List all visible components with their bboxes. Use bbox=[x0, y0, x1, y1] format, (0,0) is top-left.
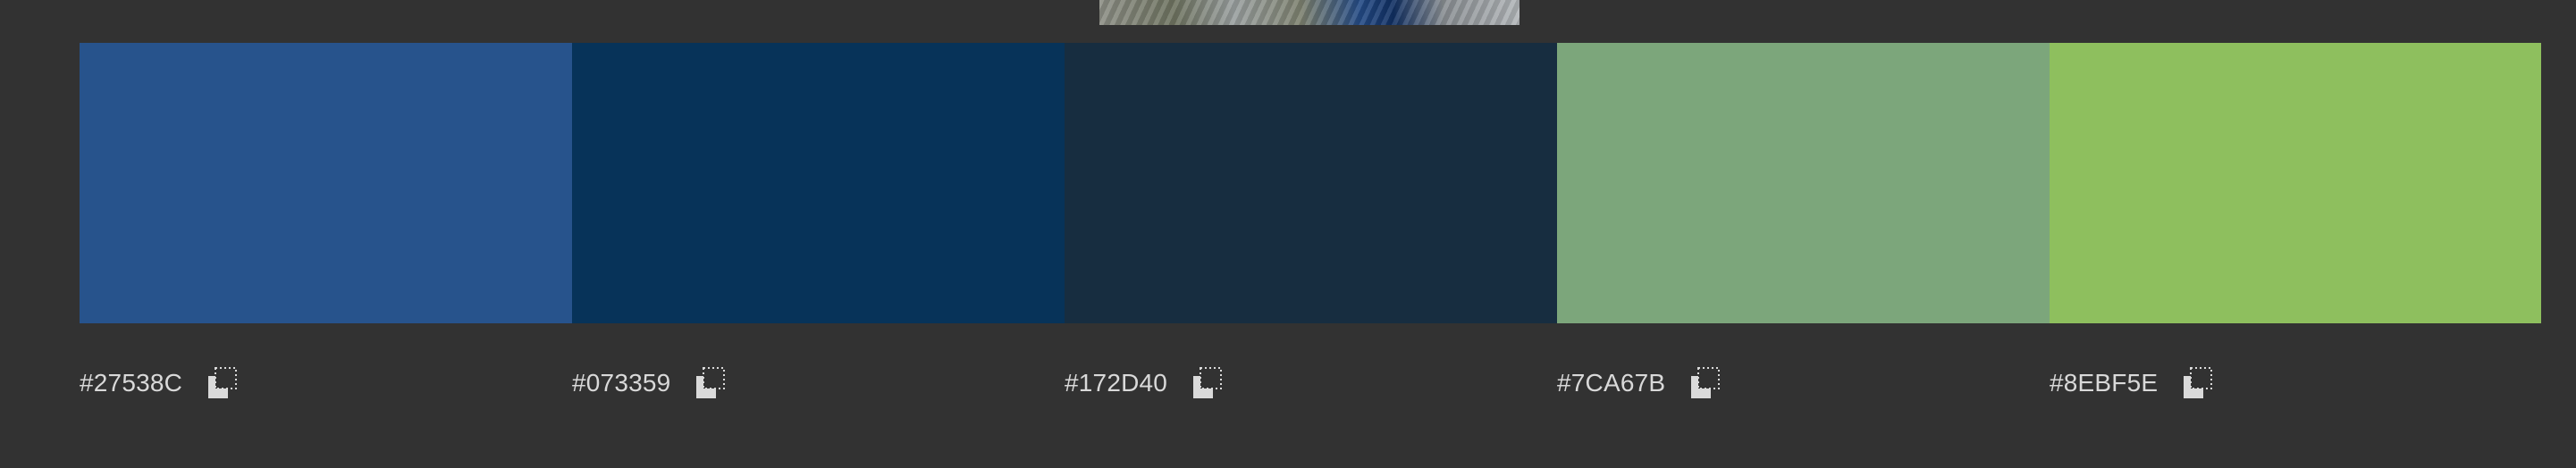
color-swatch-4[interactable] bbox=[1557, 43, 2050, 323]
copy-icon bbox=[1691, 367, 1721, 398]
hex-code-text: #7CA67B bbox=[1557, 369, 1666, 397]
copy-hex-button[interactable] bbox=[1191, 366, 1225, 400]
hex-code-text: #8EBF5E bbox=[2050, 369, 2159, 397]
copy-hex-button[interactable] bbox=[2181, 366, 2215, 400]
copy-hex-button[interactable] bbox=[1688, 366, 1722, 400]
hex-code-text: #172D40 bbox=[1065, 369, 1168, 397]
copy-icon bbox=[696, 367, 726, 398]
color-code-item-1: #27538C bbox=[80, 361, 240, 405]
color-code-item-2: #073359 bbox=[572, 361, 728, 405]
copy-hex-button[interactable] bbox=[206, 366, 240, 400]
copy-hex-button[interactable] bbox=[694, 366, 728, 400]
copy-icon bbox=[1193, 367, 1223, 398]
copy-icon bbox=[208, 367, 238, 398]
color-code-item-4: #7CA67B bbox=[1557, 361, 1722, 405]
color-swatch-3[interactable] bbox=[1065, 43, 1557, 323]
color-code-item-5: #8EBF5E bbox=[2050, 361, 2215, 405]
color-code-item-3: #172D40 bbox=[1065, 361, 1225, 405]
color-swatch-row bbox=[80, 43, 2541, 323]
hex-code-text: #27538C bbox=[80, 369, 183, 397]
color-swatch-1[interactable] bbox=[80, 43, 572, 323]
copy-icon bbox=[2184, 367, 2213, 398]
color-code-list: #27538C #073359 #172D40 #7CA67B #8EBF5E bbox=[80, 361, 2541, 405]
color-swatch-2[interactable] bbox=[572, 43, 1065, 323]
hex-code-text: #073359 bbox=[572, 369, 671, 397]
palette-viewer: #27538C #073359 #172D40 #7CA67B #8EBF5E bbox=[0, 0, 2576, 468]
source-image-thumbnail bbox=[1099, 0, 1520, 25]
color-swatch-5[interactable] bbox=[2050, 43, 2541, 323]
